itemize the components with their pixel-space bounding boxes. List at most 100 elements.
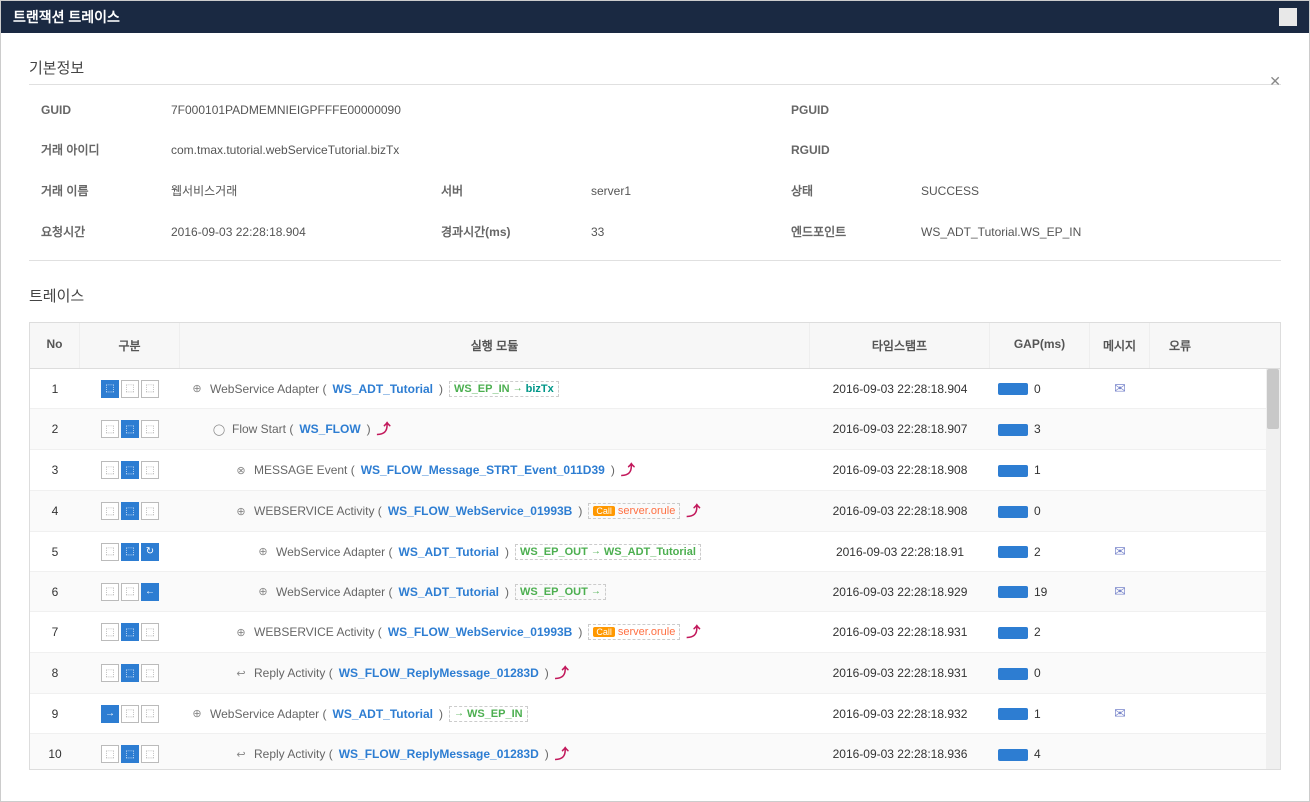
module-link[interactable]: WS_FLOW_WebService_01993B	[388, 504, 573, 518]
col-msg: 메시지	[1090, 323, 1150, 368]
departure-icon: ⤴	[377, 419, 391, 439]
type-indicator-icon: ⬚	[141, 623, 159, 641]
table-row[interactable]: 9 →⬚⬚ ⊕ WebService Adapter ( WS_ADT_Tuto…	[30, 694, 1280, 734]
type-icons: →⬚⬚	[88, 705, 172, 723]
cell-err	[1150, 379, 1210, 399]
module-link[interactable]: WS_FLOW_WebService_01993B	[388, 625, 573, 639]
cell-module: ⊕ WebService Adapter ( WS_ADT_Tutorial )…	[180, 371, 810, 407]
table-row[interactable]: 1 ⬚⬚⬚ ⊕ WebService Adapter ( WS_ADT_Tuto…	[30, 369, 1280, 409]
departure-icon: ⤴	[621, 460, 635, 480]
module-type-icon: ⊕	[234, 625, 248, 639]
table-row[interactable]: 7 ⬚⬚⬚ ⊕ WEBSERVICE Activity ( WS_FLOW_We…	[30, 612, 1280, 653]
module-content: ↩ Reply Activity ( WS_FLOW_ReplyMessage_…	[234, 744, 802, 764]
table-row[interactable]: 4 ⬚⬚⬚ ⊕ WEBSERVICE Activity ( WS_FLOW_We…	[30, 491, 1280, 532]
close-icon[interactable]: ✕	[1269, 73, 1281, 90]
module-type-icon: ⊕	[190, 382, 204, 396]
module-content: ⊕ WebService Adapter ( WS_ADT_Tutorial )…	[256, 544, 802, 560]
cell-timestamp: 2016-09-03 22:28:18.936	[810, 737, 990, 769]
module-content: ◯ Flow Start ( WS_FLOW ) ⤴	[212, 419, 802, 439]
gap-value: 2	[1034, 545, 1041, 559]
arrow-icon: →	[591, 546, 601, 557]
cell-err	[1150, 704, 1210, 724]
cell-err	[1150, 582, 1210, 602]
cell-gap: 2	[990, 535, 1090, 569]
col-type: 구분	[80, 323, 180, 368]
module-link[interactable]: WS_ADT_Tutorial	[399, 545, 499, 559]
endpoint-tag: WS_EP_IN→bizTx	[449, 381, 559, 397]
gap-bar	[998, 586, 1028, 598]
message-icon[interactable]: ✉	[1114, 705, 1126, 721]
txid-value: com.tmax.tutorial.webServiceTutorial.biz…	[171, 143, 791, 157]
type-indicator-icon: ⬚	[121, 583, 139, 601]
table-body[interactable]: 1 ⬚⬚⬚ ⊕ WebService Adapter ( WS_ADT_Tuto…	[30, 369, 1280, 769]
type-indicator-icon: ⬚	[141, 705, 159, 723]
type-icons: ⬚⬚⬚	[88, 502, 172, 520]
gap-bar	[998, 465, 1028, 477]
trace-heading: 트레이스	[29, 279, 1281, 312]
scrollbar-track[interactable]	[1266, 369, 1280, 769]
type-indicator-icon: ⬚	[101, 380, 119, 398]
titlebar: 트랜잭션 트레이스	[1, 1, 1309, 33]
table-row[interactable]: 10 ⬚⬚⬚ ↩ Reply Activity ( WS_FLOW_ReplyM…	[30, 734, 1280, 769]
message-icon[interactable]: ✉	[1114, 380, 1126, 396]
message-icon[interactable]: ✉	[1114, 583, 1126, 599]
module-text: MESSAGE Event (	[254, 463, 355, 477]
scrollbar-thumb[interactable]	[1267, 369, 1279, 429]
table-row[interactable]: 2 ⬚⬚⬚ ◯ Flow Start ( WS_FLOW ) ⤴ 2016-09…	[30, 409, 1280, 450]
reqtime-label: 요청시간	[41, 223, 171, 240]
cell-type: ⬚⬚←	[80, 573, 180, 611]
txname-value: 웹서비스거래	[171, 182, 441, 199]
call-target: server.orule	[618, 505, 675, 517]
module-content: ⊕ WEBSERVICE Activity ( WS_FLOW_WebServi…	[234, 622, 802, 642]
cell-type: ⬚⬚⬚	[80, 613, 180, 651]
cell-module: ⊕ WEBSERVICE Activity ( WS_FLOW_WebServi…	[180, 491, 810, 531]
table-row[interactable]: 6 ⬚⬚← ⊕ WebService Adapter ( WS_ADT_Tuto…	[30, 572, 1280, 612]
module-link[interactable]: WS_ADT_Tutorial	[399, 585, 499, 599]
window-control[interactable]	[1279, 8, 1297, 26]
module-link[interactable]: WS_ADT_Tutorial	[333, 707, 433, 721]
txname-label: 거래 이름	[41, 182, 171, 199]
type-indicator-icon: ⬚	[121, 664, 139, 682]
col-timestamp: 타임스탬프	[810, 323, 990, 368]
module-text: WebService Adapter (	[210, 382, 327, 396]
module-text: WebService Adapter (	[210, 707, 327, 721]
cell-timestamp: 2016-09-03 22:28:18.904	[810, 372, 990, 406]
cell-err	[1150, 744, 1210, 764]
module-link[interactable]: WS_FLOW_Message_STRT_Event_011D39	[361, 463, 605, 477]
departure-icon: ⤴	[686, 622, 700, 642]
cell-module: ↩ Reply Activity ( WS_FLOW_ReplyMessage_…	[180, 653, 810, 693]
cell-msg: ✉	[1090, 695, 1150, 732]
cell-timestamp: 2016-09-03 22:28:18.908	[810, 494, 990, 528]
arrow-icon: →	[591, 586, 601, 597]
type-indicator-icon: ⬚	[141, 380, 159, 398]
message-icon[interactable]: ✉	[1114, 543, 1126, 559]
cell-timestamp: 2016-09-03 22:28:18.931	[810, 656, 990, 690]
module-suffix: )	[439, 382, 443, 396]
gap-bar	[998, 627, 1028, 639]
type-indicator-icon: ↻	[141, 543, 159, 561]
type-icons: ⬚⬚⬚	[88, 745, 172, 763]
cell-gap: 0	[990, 372, 1090, 406]
type-icons: ⬚⬚↻	[88, 543, 172, 561]
module-type-icon: ⊗	[234, 463, 248, 477]
cell-type: →⬚⬚	[80, 695, 180, 733]
departure-icon: ⤴	[555, 744, 569, 764]
type-indicator-icon: ⬚	[121, 705, 139, 723]
cell-timestamp: 2016-09-03 22:28:18.907	[810, 412, 990, 446]
table-row[interactable]: 3 ⬚⬚⬚ ⊗ MESSAGE Event ( WS_FLOW_Message_…	[30, 450, 1280, 491]
gap-bar	[998, 506, 1028, 518]
module-link[interactable]: WS_ADT_Tutorial	[333, 382, 433, 396]
type-indicator-icon: ⬚	[101, 461, 119, 479]
cell-module: ⊗ MESSAGE Event ( WS_FLOW_Message_STRT_E…	[180, 450, 810, 490]
module-link[interactable]: WS_FLOW_ReplyMessage_01283D	[339, 666, 539, 680]
module-suffix: )	[578, 625, 582, 639]
module-link[interactable]: WS_FLOW_ReplyMessage_01283D	[339, 747, 539, 761]
cell-gap: 2	[990, 615, 1090, 649]
table-header: No 구분 실행 모듈 타임스탬프 GAP(ms) 메시지 오류	[30, 323, 1280, 369]
module-link[interactable]: WS_FLOW	[299, 422, 360, 436]
type-icons: ⬚⬚⬚	[88, 461, 172, 479]
type-indicator-icon: ⬚	[141, 502, 159, 520]
table-row[interactable]: 5 ⬚⬚↻ ⊕ WebService Adapter ( WS_ADT_Tuto…	[30, 532, 1280, 572]
table-row[interactable]: 8 ⬚⬚⬚ ↩ Reply Activity ( WS_FLOW_ReplyMe…	[30, 653, 1280, 694]
module-text: WebService Adapter (	[276, 545, 393, 559]
